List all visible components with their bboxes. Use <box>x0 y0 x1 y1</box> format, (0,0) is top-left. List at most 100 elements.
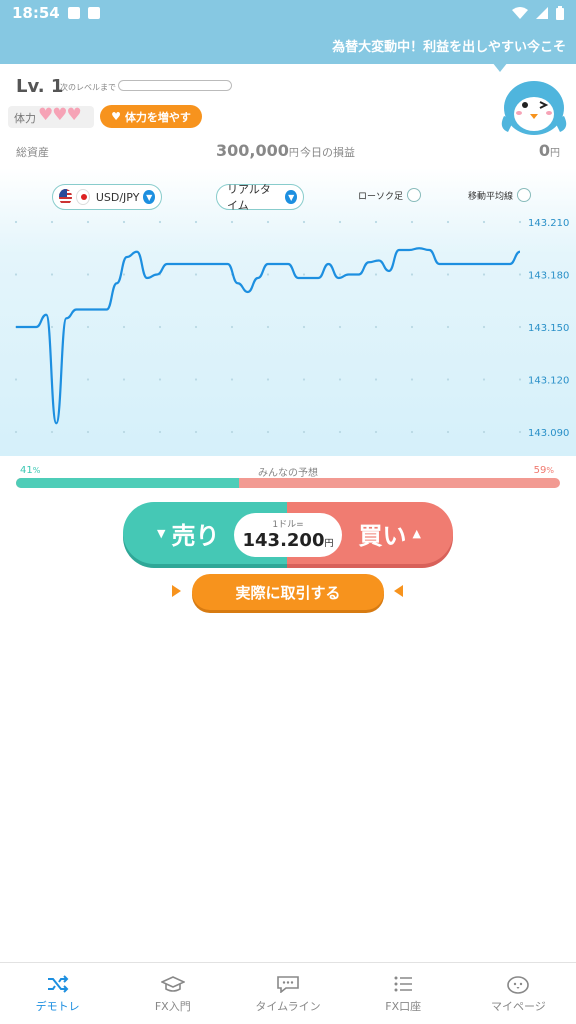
grid-dot <box>482 220 486 224</box>
level-label: Lv. 1 <box>16 76 64 97</box>
total-assets-unit: 円 <box>288 148 299 159</box>
grid-dot <box>482 430 486 434</box>
triangle-down-icon: ▼ <box>157 526 166 540</box>
chat-bubble-icon <box>275 974 301 994</box>
y-tick-label: 143.120 <box>528 376 569 387</box>
grid-dot <box>446 430 450 434</box>
grid-dot <box>14 378 18 381</box>
grid-dot <box>338 325 342 329</box>
grid-dot <box>14 273 18 276</box>
candlestick-toggle[interactable]: ローソク足 <box>358 188 422 202</box>
nav-label: FX入門 <box>154 999 191 1013</box>
grid-dot <box>86 430 90 434</box>
grid-dot <box>194 430 198 434</box>
nav-timeline[interactable]: タイムライン <box>230 963 345 1024</box>
moving-average-toggle[interactable]: 移動平均線 <box>468 188 532 202</box>
chart-mode-select[interactable]: リアルタイム ▼ <box>216 183 304 212</box>
grid-dot <box>14 430 18 434</box>
arrow-left-icon <box>394 585 403 597</box>
grid-dot <box>374 378 378 381</box>
grid-dot <box>302 325 306 329</box>
grid-dot <box>122 378 126 381</box>
grid-dot <box>482 325 486 329</box>
boost-stamina-label: 体力を増やす <box>124 110 191 124</box>
xp-progress-bar <box>118 80 232 91</box>
grid-dot <box>158 378 162 381</box>
grid-dot <box>158 430 162 434</box>
grid-dot <box>518 273 522 276</box>
jp-flag-icon <box>76 189 90 205</box>
arrow-right-icon <box>172 585 181 597</box>
grid-dot <box>122 325 126 329</box>
y-tick-label: 143.180 <box>528 271 569 282</box>
grid-dot <box>338 273 342 276</box>
grid-dot <box>302 378 306 381</box>
grid-dot <box>230 325 234 329</box>
grid-dot <box>302 273 306 276</box>
promo-banner-text[interactable]: 為替大変動中！利益を出しやすい今こそ <box>332 36 566 55</box>
grid-dot <box>230 378 234 381</box>
price-number: 143.200 <box>242 530 325 551</box>
app-root: 18:54 為替大変動中！利益を出しやすい今こそ Lv. 1 次のレベルまで 体… <box>0 0 576 1024</box>
grid-dot <box>482 378 486 381</box>
grid-dot <box>446 273 450 276</box>
grid-dot <box>410 430 414 434</box>
chevron-down-icon: ▼ <box>143 190 156 204</box>
heart-icons: ♥♥♥ <box>38 105 82 125</box>
grid-dot <box>374 430 378 434</box>
grid-dot <box>302 220 306 224</box>
buy-pct-unit: % <box>546 466 554 475</box>
grid-dot <box>518 430 522 434</box>
boost-stamina-button[interactable]: ♥ 体力を増やす <box>100 105 202 128</box>
nav-label: デモトレ <box>35 999 80 1013</box>
grid-dot <box>302 430 306 434</box>
nav-my-page[interactable]: マイページ <box>461 963 576 1024</box>
today-pl-number: 0 <box>538 141 550 160</box>
price-chart-area[interactable]: 143.210 143.180 143.150 143.120 143.090 USD/… <box>0 168 576 456</box>
nav-demo-trade[interactable]: デモトレ <box>0 963 115 1024</box>
grid-dot <box>338 430 342 434</box>
status-right <box>512 6 564 20</box>
grid-dot <box>50 430 54 434</box>
grid-dot <box>230 220 234 224</box>
currency-pair-label: USD/JPY <box>95 190 140 204</box>
total-assets-label: 総資産 <box>16 146 49 159</box>
prediction-title: みんなの予想 <box>258 468 318 479</box>
mascot-face-icon <box>505 974 531 994</box>
currency-pair-select[interactable]: USD/JPY ▼ <box>52 184 162 210</box>
stamina-label: 体力 <box>14 112 36 125</box>
grid-dot <box>194 378 198 381</box>
grid-dot <box>410 220 414 224</box>
grid-dot <box>518 220 522 224</box>
prediction-sell-fill <box>16 478 240 488</box>
nav-fx-intro[interactable]: FX入門 <box>115 963 230 1024</box>
app-notification-icon <box>87 7 100 19</box>
sell-label: 売り <box>171 521 220 550</box>
nav-fx-account[interactable]: FX口座 <box>346 963 461 1024</box>
price-value: 143.200円 <box>234 530 342 555</box>
nav-label: タイムライン <box>255 999 321 1013</box>
buy-label: 買い <box>358 521 407 550</box>
price-unit: 円 <box>324 539 334 549</box>
penguin-mascot-icon[interactable] <box>500 72 568 138</box>
today-pl-label: 今日の損益 <box>300 146 355 159</box>
candlestick-checkbox[interactable] <box>407 188 422 202</box>
grid-dot <box>194 325 198 329</box>
grid-dot <box>338 220 342 224</box>
price-chart: 143.210 143.180 143.150 143.120 143.090 <box>14 218 569 439</box>
moving-average-checkbox[interactable] <box>517 188 532 202</box>
heart-plus-icon: ♥ <box>111 110 121 123</box>
us-flag-icon <box>59 189 73 205</box>
status-time: 18:54 <box>12 4 60 22</box>
graduation-cap-icon <box>160 974 186 994</box>
signal-icon <box>536 7 548 19</box>
grid-dot <box>50 325 54 329</box>
moving-average-label: 移動平均線 <box>468 191 514 202</box>
grid-dot <box>410 325 414 329</box>
grid-dot <box>86 378 90 381</box>
banner-bubble-tail <box>492 62 508 72</box>
grid-dot <box>194 220 198 224</box>
real-trade-button[interactable]: 実際に取引する <box>192 574 384 610</box>
shuffle-icon <box>45 974 71 994</box>
y-tick-label: 143.090 <box>528 428 569 439</box>
